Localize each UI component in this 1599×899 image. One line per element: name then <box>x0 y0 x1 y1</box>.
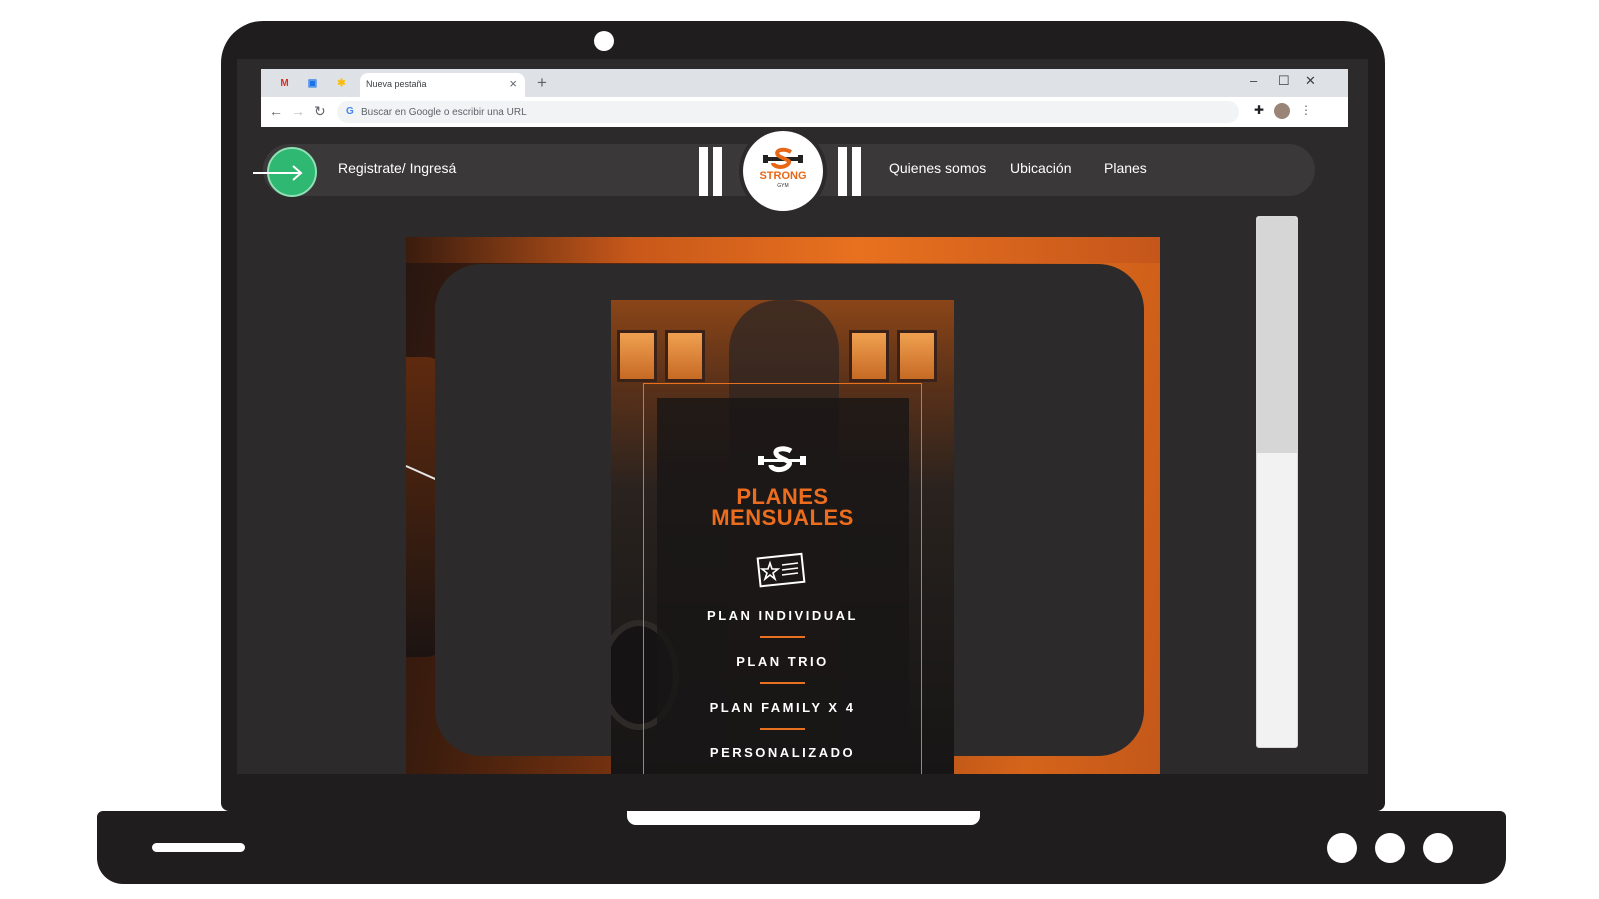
register-login-link[interactable]: Registrate/ Ingresá <box>338 160 456 176</box>
login-arrow-icon <box>253 165 303 181</box>
maximize-button[interactable]: ☐ <box>1278 73 1290 89</box>
plan-item-individual: PLAN INDIVIDUAL <box>707 608 858 623</box>
poster-title: PLANES MENSUALES <box>611 484 954 530</box>
logo-subtitle: GYM <box>777 183 789 189</box>
extensions-puzzle-icon[interactable]: ✚ <box>1254 104 1267 117</box>
laptop-indicator-dot <box>1375 833 1405 863</box>
address-bar-placeholder: Buscar en Google o escribir una URL <box>361 107 527 118</box>
plan-item-trio: PLAN TRIO <box>736 654 829 669</box>
tab-strip: M ▣ ✱ Nueva pestaña × + – ☐ ✕ <box>261 69 1348 97</box>
strong-gym-logo[interactable]: STRONG GYM <box>743 131 823 211</box>
page-scrollbar[interactable] <box>1256 216 1298 748</box>
plan-item-personalizado: PERSONALIZADO <box>709 745 856 760</box>
browser-window-chrome: M ▣ ✱ Nueva pestaña × + – ☐ ✕ ← → ↻ G Bu… <box>261 69 1348 127</box>
nav-divider-bar <box>699 147 708 196</box>
gym-window <box>897 330 937 382</box>
gym-window <box>665 330 705 382</box>
tab-close-icon[interactable]: × <box>509 76 517 91</box>
google-icon: G <box>346 106 354 117</box>
monthly-plans-poster: PLANES MENSUALES PLAN INDIVIDUAL PLAN TR… <box>611 300 954 774</box>
plan-separator <box>760 728 805 730</box>
laptop-screen: M ▣ ✱ Nueva pestaña × + – ☐ ✕ ← → ↻ G Bu… <box>237 59 1368 774</box>
new-tab-button[interactable]: + <box>537 73 547 93</box>
back-button[interactable]: ← <box>269 103 283 119</box>
plan-separator <box>760 682 805 684</box>
gym-window <box>617 330 657 382</box>
hero-top-strip <box>406 237 1160 263</box>
profile-avatar[interactable] <box>1274 103 1290 119</box>
tab-title: Nueva pestaña <box>366 79 427 89</box>
nav-divider-bar <box>838 147 847 196</box>
membership-card-icon <box>756 552 806 588</box>
plan-item-family: PLAN FAMILY X 4 <box>709 700 856 715</box>
reload-button[interactable]: ↻ <box>314 103 326 120</box>
browser-toolbar: ← → ↻ G Buscar en Google o escribir una … <box>261 97 1348 127</box>
logo-wordmark: STRONG <box>759 170 807 182</box>
poster-title-line-2: MENSUALES <box>711 505 854 530</box>
webcam <box>594 31 614 51</box>
browser-menu-icon[interactable]: ⋮ <box>1300 103 1312 117</box>
close-window-button[interactable]: ✕ <box>1305 73 1316 89</box>
photos-icon[interactable]: ✱ <box>335 78 348 89</box>
calendar-icon[interactable]: ▣ <box>306 78 319 89</box>
dumbbell-s-icon <box>758 446 806 473</box>
laptop-mockup: M ▣ ✱ Nueva pestaña × + – ☐ ✕ ← → ↻ G Bu… <box>0 0 1599 899</box>
laptop-hinge-notch <box>627 811 980 825</box>
laptop-speaker-slot <box>152 843 245 852</box>
nav-link-ubicacion[interactable]: Ubicación <box>1010 160 1071 176</box>
gmail-icon[interactable]: M <box>278 78 291 89</box>
scrollbar-thumb[interactable] <box>1257 217 1297 453</box>
dumbbell-s-icon <box>763 147 803 169</box>
address-bar[interactable]: G Buscar en Google o escribir una URL <box>337 101 1239 123</box>
nav-divider-bar <box>713 147 722 196</box>
gym-window <box>849 330 889 382</box>
nav-link-quienes-somos[interactable]: Quienes somos <box>889 160 986 176</box>
plan-separator <box>760 636 805 638</box>
forward-button[interactable]: → <box>291 103 305 119</box>
poster-title-line-1: PLANES <box>736 484 829 509</box>
nav-divider-bar <box>852 147 861 196</box>
laptop-indicator-dot <box>1327 833 1357 863</box>
minimize-button[interactable]: – <box>1250 73 1257 88</box>
tab-nueva-pestana[interactable]: Nueva pestaña × <box>360 73 525 97</box>
nav-link-planes[interactable]: Planes <box>1104 160 1147 176</box>
laptop-indicator-dot <box>1423 833 1453 863</box>
